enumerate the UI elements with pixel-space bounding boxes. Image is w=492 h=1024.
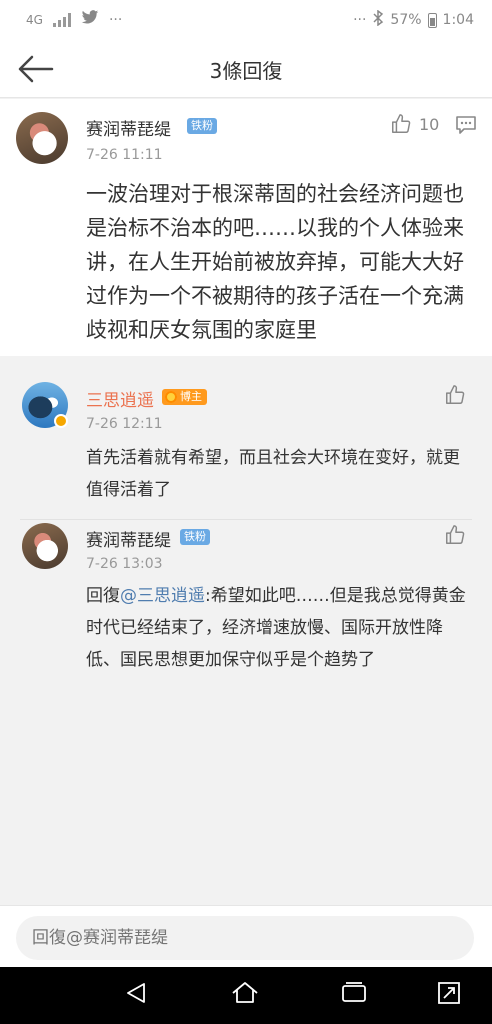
reply-input[interactable] (16, 916, 474, 960)
nav-recents-button[interactable] (340, 980, 370, 1010)
reply-author[interactable]: 三思逍遥 (86, 386, 154, 411)
header: 3條回復 (0, 40, 492, 98)
thumbs-up-icon (392, 114, 411, 133)
author-badge: 博主 (162, 389, 207, 405)
nav-home-button[interactable] (230, 980, 260, 1010)
nav-back-button[interactable] (124, 980, 154, 1010)
page-title: 3條回復 (209, 59, 283, 83)
more-icon: ··· (108, 11, 123, 28)
comment-icon (456, 116, 476, 134)
like-button[interactable] (444, 384, 466, 410)
divider (20, 519, 472, 520)
like-button[interactable] (444, 524, 466, 550)
bluetooth-icon (372, 9, 384, 30)
reply-text: 回復@三思逍遥:希望如此吧……但是我总觉得黄金时代已经结束了，经济增速放慢、国际… (86, 580, 476, 676)
navigation-bar (0, 967, 492, 1024)
reply-text: 首先活着就有希望，而且社会大环境在变好，就更值得活着了 (86, 448, 460, 500)
triangle-back-icon (127, 983, 145, 1003)
reply-author[interactable]: 赛润蒂琵缇 (86, 526, 171, 551)
battery-percent: 57% (390, 12, 422, 28)
reply-time: 7-26 12:11 (86, 416, 163, 432)
clock: 1:04 (442, 12, 474, 28)
comment-author[interactable]: 赛润蒂琵缇 (86, 115, 171, 140)
expand-icon (438, 982, 460, 1004)
reply-prefix: 回復 (86, 586, 120, 606)
comment-time: 7-26 11:11 (86, 147, 163, 163)
battery-icon (427, 12, 437, 28)
network-type: 4G (26, 12, 43, 27)
mention-link[interactable]: @三思逍遥 (120, 586, 205, 606)
fan-badge: 铁粉 (180, 529, 210, 545)
thumbs-up-icon (446, 385, 465, 404)
reply-input-bar (0, 905, 492, 967)
verified-icon (54, 414, 68, 428)
thumbs-up-icon (446, 525, 465, 544)
avatar[interactable] (22, 523, 68, 569)
home-icon (232, 982, 258, 1003)
twitter-icon (81, 10, 99, 29)
status-bar: 4G ··· ··· 57% 1:04 (0, 0, 492, 40)
comment-text: 一波治理对于根深蒂固的社会经济问题也是治标不治本的吧……以我的个人体验来讲，在人… (86, 182, 464, 342)
nav-screenshot-button[interactable] (436, 980, 466, 1010)
signal-icon (52, 12, 71, 27)
avatar[interactable] (16, 112, 68, 164)
more-icon: ··· (353, 12, 367, 28)
main-comment: 赛润蒂琵缇 铁粉 7-26 11:11 10 一波治理对于根深蒂固的社会经济问题… (0, 99, 492, 356)
fan-badge: 铁粉 (187, 118, 217, 134)
comment-reply-button[interactable] (455, 115, 477, 139)
reply-list: 三思逍遥 博主 7-26 12:11 首先活着就有希望，而且社会大环境在变好，就… (0, 368, 492, 905)
recents-icon (342, 982, 366, 1002)
reply-time: 7-26 13:03 (86, 556, 163, 572)
like-button[interactable] (390, 113, 412, 139)
like-count: 10 (419, 115, 440, 134)
